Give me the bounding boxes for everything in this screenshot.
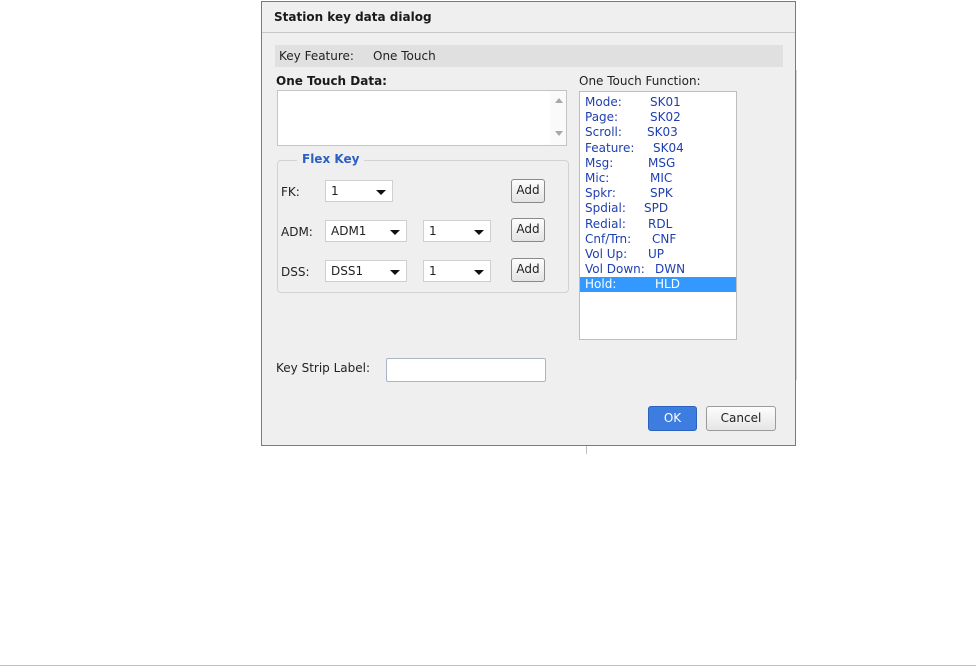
function-name: Hold:: [585, 277, 617, 292]
function-name: Scroll:: [585, 125, 622, 140]
ok-button[interactable]: OK: [648, 406, 697, 431]
function-code: UP: [648, 246, 665, 261]
function-name: Page:: [585, 110, 619, 125]
chevron-down-icon: [390, 230, 400, 235]
dss-select-value: DSS1: [331, 264, 364, 278]
function-list-item[interactable]: Vol Down: DWN: [580, 262, 736, 277]
function-list-item[interactable]: Msg: MSG: [580, 156, 736, 171]
adm-number-select[interactable]: 1: [423, 220, 491, 242]
function-name: Vol Up:: [585, 246, 628, 261]
dss-select[interactable]: DSS1: [325, 260, 407, 282]
fk-select[interactable]: 1: [325, 180, 393, 202]
adm-number-value: 1: [429, 224, 437, 238]
function-code: DWN: [655, 262, 686, 277]
function-name: Spdial:: [585, 201, 626, 216]
function-name: Vol Down:: [585, 262, 645, 277]
chevron-down-icon: [474, 270, 484, 275]
adm-label: ADM:: [281, 225, 313, 239]
function-code: HLD: [655, 277, 680, 292]
cancel-button[interactable]: Cancel: [706, 406, 776, 431]
function-list-item[interactable]: Mode: SK01: [580, 95, 736, 110]
key-strip-input[interactable]: [386, 358, 546, 382]
function-list-item[interactable]: Scroll: SK03: [580, 125, 736, 140]
fk-select-value: 1: [331, 184, 339, 198]
function-list-item[interactable]: Hold: HLD: [580, 277, 736, 293]
one-touch-data-textarea[interactable]: [277, 90, 567, 146]
fk-add-button[interactable]: Add: [511, 179, 545, 203]
function-code: SK04: [653, 140, 684, 155]
background-divider: [0, 665, 976, 666]
dss-number-select[interactable]: 1: [423, 260, 491, 282]
adm-select[interactable]: ADM1: [325, 220, 407, 242]
function-code: MIC: [650, 170, 673, 185]
function-name: Cnf/Trn:: [585, 231, 632, 246]
dss-number-value: 1: [429, 264, 437, 278]
key-strip-label: Key Strip Label:: [276, 361, 371, 375]
function-list-item[interactable]: Spkr: SPK: [580, 186, 736, 201]
function-list-item[interactable]: Page: SK02: [580, 110, 736, 125]
function-list-item[interactable]: Mic: MIC: [580, 171, 736, 186]
function-name: Spkr:: [585, 186, 616, 201]
function-code: CNF: [652, 231, 677, 246]
adm-add-button[interactable]: Add: [511, 218, 545, 242]
fk-label: FK:: [281, 185, 300, 199]
function-code: SPK: [650, 186, 673, 201]
chevron-down-icon: [474, 230, 484, 235]
one-touch-function-list[interactable]: Mode: SK01 Page: SK02 Scroll: SK03 Feature: SK0…: [579, 91, 737, 340]
function-name: Mode:: [585, 95, 622, 109]
function-name: Msg:: [585, 155, 614, 170]
key-feature-bar: Key Feature: One Touch: [275, 45, 783, 67]
textarea-scrollbar[interactable]: [550, 91, 566, 145]
one-touch-function-label: One Touch Function:: [579, 74, 701, 88]
scroll-up-icon[interactable]: [555, 98, 563, 103]
adm-select-value: ADM1: [331, 224, 367, 238]
key-feature-value: One Touch: [373, 49, 436, 63]
key-feature-label: Key Feature:: [279, 49, 354, 63]
flex-key-group: Flex Key FK: 1 Add ADM: ADM1 1 Add DSS: …: [277, 152, 569, 293]
function-list-item[interactable]: Vol Up: UP: [580, 247, 736, 262]
function-code: MSG: [648, 155, 676, 170]
dialog-titlebar[interactable]: Station key data dialog: [262, 2, 795, 33]
chevron-down-icon: [376, 190, 386, 195]
flex-key-legend: Flex Key: [297, 152, 365, 166]
one-touch-data-label: One Touch Data:: [276, 74, 387, 88]
function-code: SK03: [647, 125, 678, 140]
function-name: Mic:: [585, 170, 610, 185]
function-list-item[interactable]: Spdial: SPD: [580, 201, 736, 216]
dss-add-button[interactable]: Add: [511, 258, 545, 282]
function-list-item[interactable]: Cnf/Trn: CNF: [580, 232, 736, 247]
function-list-item[interactable]: Feature: SK04: [580, 141, 736, 156]
dialog-title: Station key data dialog: [274, 10, 432, 24]
chevron-down-icon: [390, 270, 400, 275]
background-divider: [586, 446, 587, 454]
function-code: SK02: [650, 110, 681, 125]
function-list-item[interactable]: Redial: RDL: [580, 217, 736, 232]
scroll-down-icon[interactable]: [555, 131, 563, 136]
function-name: Feature:: [585, 140, 635, 155]
function-code: RDL: [648, 216, 673, 231]
dss-label: DSS:: [281, 265, 310, 279]
background-divider: [796, 70, 797, 380]
station-key-data-dialog: Station key data dialog Key Feature: One…: [261, 1, 796, 446]
function-code: SK01: [650, 95, 681, 109]
function-name: Redial:: [585, 216, 626, 231]
function-code: SPD: [644, 201, 669, 216]
